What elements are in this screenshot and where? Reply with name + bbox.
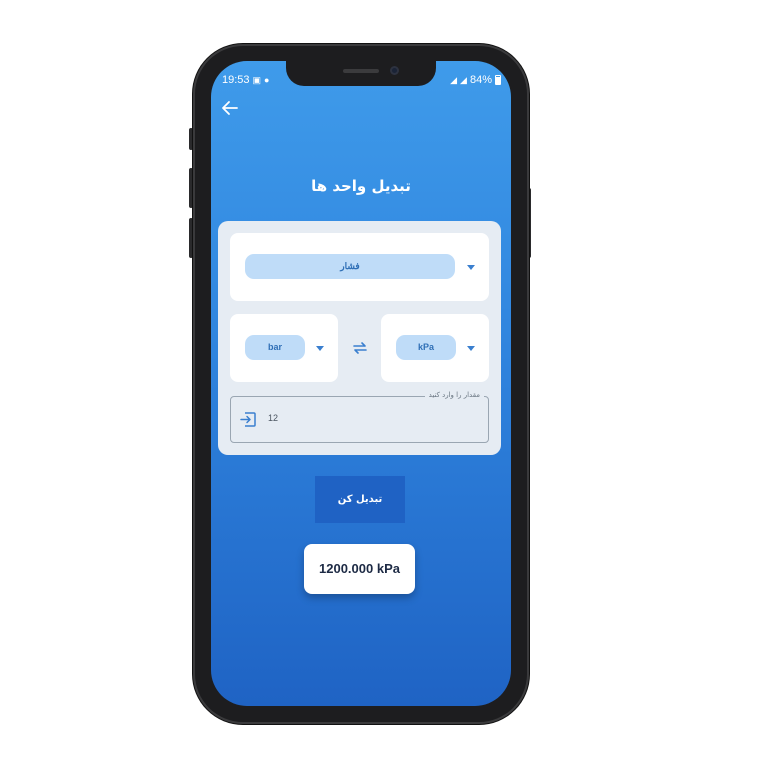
front-camera <box>390 66 399 75</box>
result-display: 1200.000 kPa <box>304 544 415 594</box>
chevron-down-icon <box>316 346 324 351</box>
signal-icon: ◢ <box>450 74 458 85</box>
from-unit-selector[interactable]: kPa <box>381 314 489 382</box>
status-bar-right: ◢ ◢ 84% <box>450 74 501 86</box>
arrow-left-icon <box>222 101 238 115</box>
gallery-icon: ▣ <box>252 74 262 85</box>
chevron-down-icon <box>467 346 475 351</box>
cloud-icon: ● <box>264 75 270 85</box>
amount-input-value: 12 <box>268 413 279 423</box>
app-screen: 19:53 ▣ ● ◢ ◢ 84% تبدیل واحد ها فشار bar <box>211 61 511 706</box>
converter-card: فشار bar kPa مقدار را وارد کنید 12 <box>218 221 501 455</box>
from-unit-value: kPa <box>396 335 456 360</box>
battery-icon <box>495 75 501 85</box>
notch <box>286 60 436 86</box>
to-unit-value: bar <box>245 335 305 360</box>
signal-icon: ◢ <box>460 74 467 85</box>
amount-input[interactable]: مقدار را وارد کنید 12 <box>230 391 489 443</box>
amount-input-label: مقدار را وارد کنید <box>424 391 484 399</box>
battery-percent: 84% <box>469 74 492 86</box>
earpiece-speaker <box>343 69 379 73</box>
swap-arrows-icon <box>353 342 367 354</box>
to-unit-selector[interactable]: bar <box>230 314 338 382</box>
status-bar-left: 19:53 ▣ ● <box>222 74 269 86</box>
chevron-down-icon <box>467 265 475 270</box>
convert-button[interactable]: تبدیل کن <box>315 476 405 523</box>
swap-units-button[interactable] <box>351 339 369 357</box>
category-value: فشار <box>245 254 455 279</box>
back-button[interactable] <box>219 99 241 121</box>
category-selector[interactable]: فشار <box>230 233 489 301</box>
status-time: 19:53 <box>222 74 250 86</box>
input-icon <box>240 412 256 427</box>
page-title: تبدیل واحد ها <box>311 177 411 195</box>
